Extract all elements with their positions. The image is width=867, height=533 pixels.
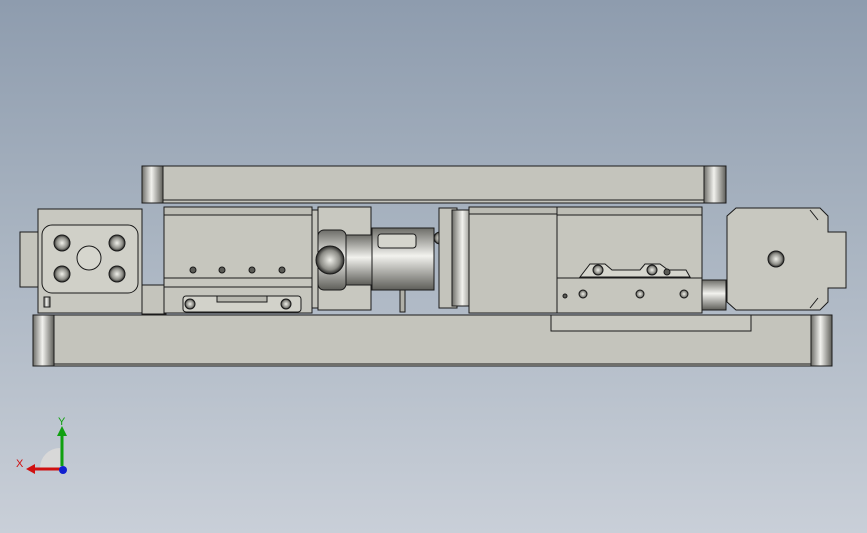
top-plate[interactable] [141,165,727,204]
base-plate[interactable] [32,314,833,367]
left-carriage[interactable] [141,206,313,315]
motor[interactable] [438,206,558,314]
coordinate-triad: Y X [16,416,67,474]
triad-plane-icon [40,448,60,468]
right-carriage[interactable] [556,206,727,314]
x-axis-arrowhead [26,464,35,474]
coupling[interactable] [311,206,447,313]
x-axis-label: X [16,458,24,470]
cad-viewport[interactable]: Y X [0,0,867,533]
linear-stage-model[interactable] [19,165,847,367]
right-end-block[interactable] [726,207,847,311]
left-end-block[interactable] [19,208,143,314]
z-axis-dot [59,466,67,474]
y-axis-label: Y [58,416,66,428]
